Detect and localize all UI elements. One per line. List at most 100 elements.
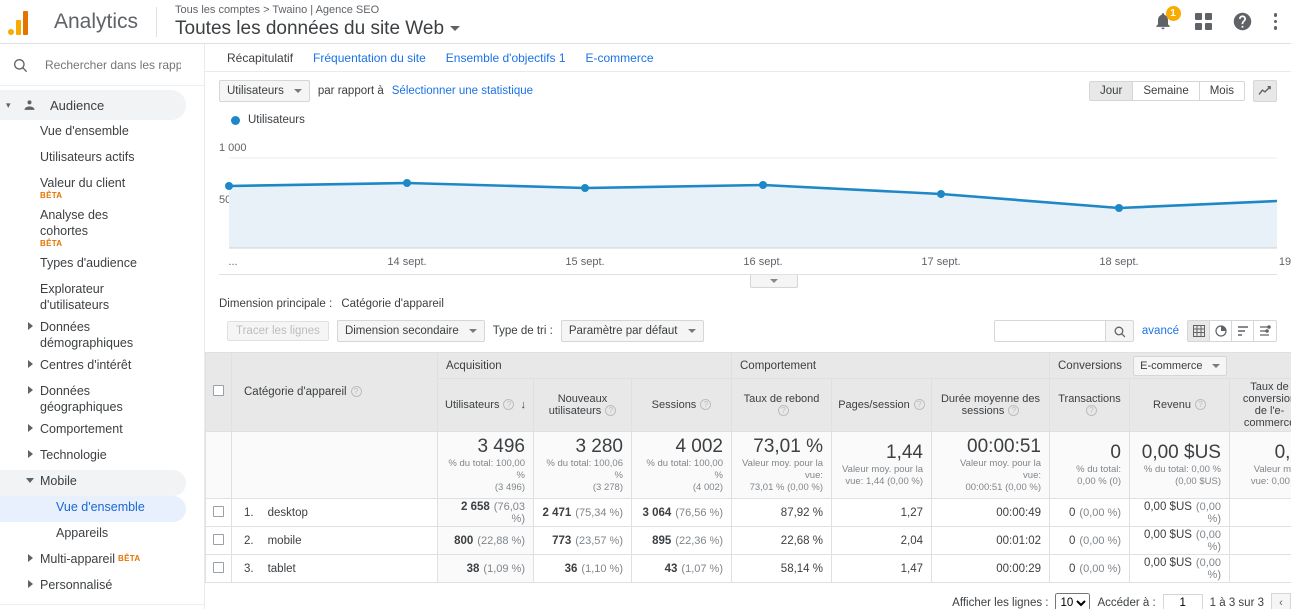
sidebar-item-utilisateurs-actifs[interactable]: Utilisateurs actifs [0, 146, 204, 172]
group-header-label: Acquisition [446, 359, 502, 372]
column-header-sessions[interactable]: Sessions? [631, 378, 732, 432]
totals-value: 73,01 % [753, 436, 823, 457]
more-options-icon[interactable] [1273, 11, 1277, 33]
sidebar-item-label: Types d'audience [40, 256, 137, 270]
column-label: Transactions [1058, 393, 1121, 405]
column-header-revenu[interactable]: Revenu? [1129, 378, 1230, 432]
notifications-bell-icon[interactable]: 1 [1153, 5, 1181, 33]
column-header-nouveaux-utilisateurs[interactable]: Nouveaux utilisateurs? [533, 378, 632, 432]
sidebar-item-donnees-geographiques[interactable]: Données géographiques [0, 380, 204, 418]
sidebar-item-multi-appareil[interactable]: Multi-appareil BÊTA [0, 548, 204, 574]
help-icon[interactable]: ? [778, 405, 789, 416]
cell-percent: (22,88 %) [477, 534, 525, 547]
sidebar-item-attribution[interactable]: Attribution BÊTA [0, 605, 204, 609]
tab-recapitulatif[interactable]: Récapitulatif [217, 51, 303, 65]
table-view-icon[interactable] [1188, 321, 1210, 341]
column-header-duree-moyenne-des-sessions[interactable]: Durée moyenne des sessions? [931, 378, 1050, 432]
sidebar-item-analyse-des-cohortes[interactable]: Analyse des cohortes BÊTA [0, 204, 204, 252]
search-icon[interactable] [1104, 321, 1133, 341]
help-icon[interactable]: ? [1086, 405, 1097, 416]
dimension-header-cell[interactable]: Catégorie d'appareil? [231, 352, 438, 432]
chevron-down-icon[interactable] [450, 25, 461, 31]
primary-dimension-value[interactable]: Catégorie d'appareil [341, 298, 444, 310]
sidebar-item-comportement[interactable]: Comportement [0, 418, 204, 444]
pie-view-icon[interactable] [1210, 321, 1232, 341]
column-header-taux-de-conversion-e-commerce[interactable]: Taux de conversion de l'e-commerce [1228, 378, 1291, 432]
select-all-checkbox[interactable] [212, 385, 224, 396]
advanced-link[interactable]: avancé [1142, 325, 1179, 337]
metric-select[interactable]: Utilisateurs [219, 80, 310, 102]
sidebar-item-mobile[interactable]: Mobile [0, 470, 186, 496]
help-icon[interactable]: ? [503, 399, 515, 410]
tab-ensemble-dobjectifs-1[interactable]: Ensemble d'objectifs 1 [436, 51, 576, 65]
help-icon[interactable]: ? [1194, 399, 1206, 410]
apps-grid-icon[interactable] [1194, 13, 1212, 30]
row-checkbox[interactable] [213, 505, 224, 517]
pivot-view-icon[interactable] [1254, 321, 1276, 341]
secondary-dimension-select[interactable]: Dimension secondaire [336, 320, 485, 342]
sidebar-item-technologie[interactable]: Technologie [0, 444, 204, 470]
column-label: Durée moyenne des sessions [940, 393, 1041, 417]
group-header-label: Comportement [740, 359, 817, 372]
chart-plot[interactable]: 1 000 500 [219, 128, 1277, 256]
sidebar-item-vue-densemble[interactable]: Vue d'ensemble [0, 120, 204, 146]
rows-per-page-select[interactable]: 10 [1055, 593, 1091, 609]
column-header-taux-de-rebond[interactable]: Taux de rebond? [731, 378, 832, 432]
help-icon[interactable]: ? [605, 405, 617, 416]
help-icon[interactable]: ? [913, 399, 925, 410]
sidebar-item-valeur-du-client[interactable]: Valeur du client BÊTA [0, 172, 204, 204]
performance-view-icon[interactable] [1232, 321, 1254, 341]
line-chart-icon[interactable] [1253, 80, 1277, 102]
chevron-left-icon[interactable]: ‹ [1271, 593, 1291, 609]
help-icon[interactable] [1232, 11, 1254, 33]
sort-type-select[interactable]: Paramètre par défaut [560, 320, 704, 342]
main-content: Récapitulatif Fréquentation du site Ense… [205, 44, 1291, 609]
select-metric-link[interactable]: Sélectionner une statistique [392, 85, 533, 97]
chart-resize-handle[interactable] [750, 275, 798, 288]
column-label: Pages/session [838, 399, 910, 411]
help-icon[interactable]: ? [350, 386, 362, 397]
sidebar-item-donnees-demographiques[interactable]: Données démographiques [0, 316, 204, 354]
table-row[interactable]: 3. tablet 38 (1,09 %) 36 (1,10 %) 43 (1,07 %… [205, 554, 1291, 583]
row-checkbox[interactable] [213, 533, 224, 545]
granularity-jour[interactable]: Jour [1089, 82, 1134, 100]
column-header-utilisateurs[interactable]: Utilisateurs? ↓ [437, 378, 534, 432]
goto-input[interactable] [1162, 594, 1203, 609]
sidebar-item-personnalise[interactable]: Personnalisé [0, 574, 204, 600]
help-icon[interactable]: ? [700, 399, 712, 410]
table-row[interactable]: 1. desktop 2 658 (76,03 %) 2 471 (75,34 %) … [205, 498, 1291, 527]
sidebar-group-audience[interactable]: ▾ Audience [0, 90, 186, 120]
table-search-input[interactable] [994, 324, 1105, 338]
totals-sub1: Valeur moy. pour la vue: [742, 458, 823, 481]
granularity-semaine[interactable]: Semaine [1133, 82, 1200, 100]
sidebar-item-mobile-appareils[interactable]: Appareils [0, 522, 204, 548]
column-header-transactions[interactable]: Transactions? [1049, 378, 1130, 432]
search-input[interactable] [43, 56, 183, 73]
conversions-select[interactable]: E-commerce [1133, 355, 1228, 376]
row-checkbox[interactable] [213, 561, 224, 573]
account-selector[interactable]: Tous les comptes > Twaino | Agence SEO T… [175, 3, 461, 41]
row-name[interactable]: tablet [268, 563, 296, 575]
totals-nouveaux-utilisateurs: 3 280 % du total: 100,06 % (3 278) [533, 431, 632, 499]
sidebar-search[interactable] [0, 44, 204, 86]
tab-frequentation-du-site[interactable]: Fréquentation du site [303, 51, 436, 65]
cell-pages-session: 1,47 [831, 554, 932, 583]
column-header-pages-session[interactable]: Pages/session? [831, 378, 932, 432]
totals-value: 0,0 [1274, 442, 1291, 463]
granularity-mois[interactable]: Mois [1199, 82, 1244, 100]
sort-desc-icon[interactable]: ↓ [520, 399, 526, 411]
row-name[interactable]: desktop [268, 507, 308, 519]
sidebar-item-centres-dinteret[interactable]: Centres d'intérêt [0, 354, 204, 380]
column-label: Revenu [1153, 399, 1191, 411]
row-name[interactable]: mobile [268, 535, 302, 547]
totals-sub1: Valeur moy. pour la vue: [960, 458, 1041, 481]
table-row[interactable]: 2. mobile 800 (22,88 %) 773 (23,57 %) 895 (2… [205, 526, 1291, 555]
tab-e-commerce[interactable]: E-commerce [576, 51, 664, 65]
help-icon[interactable]: ? [1008, 405, 1020, 416]
sidebar-item-types-daudience[interactable]: Types d'audience [0, 252, 204, 278]
sidebar-item-mobile-vue-densemble[interactable]: Vue d'ensemble [0, 496, 186, 522]
x-tick-5: 18 sept. [1099, 256, 1139, 268]
table-search[interactable] [993, 320, 1134, 342]
sidebar-item-explorateur-dutilisateurs[interactable]: Explorateur d'utilisateurs [0, 278, 204, 316]
plot-rows-button[interactable]: Tracer les lignes [227, 321, 329, 341]
